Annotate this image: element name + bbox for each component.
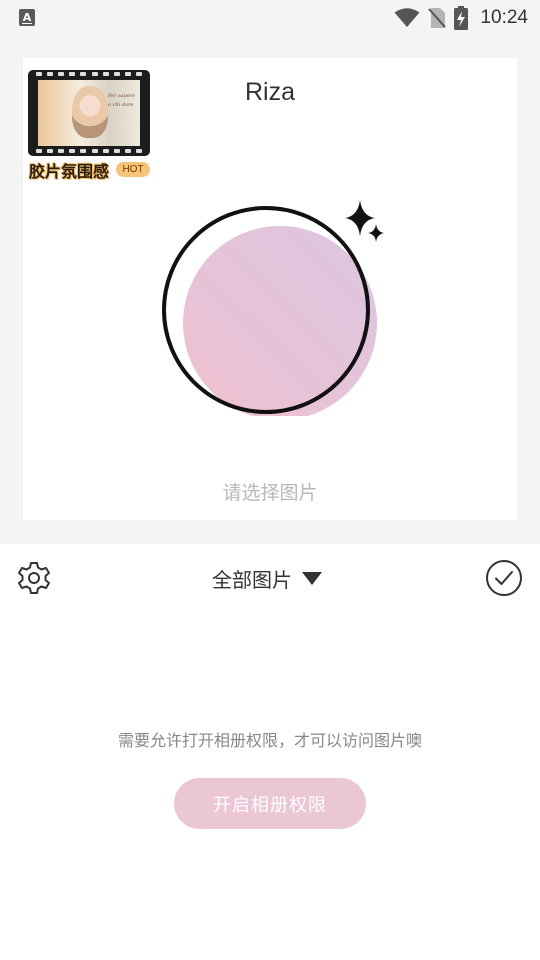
wifi-icon [394,8,420,27]
sticker-caption: 胶片氛围感 [29,162,110,181]
album-label: 全部图片 [212,568,292,592]
film-holes-bottom [36,149,142,154]
status-icons: 10:24 [394,0,528,36]
name-title: Riza [244,78,295,106]
battery-charging-icon [454,6,469,30]
triangle-down-icon [302,571,322,585]
status-bar: A 10:24 [0,0,540,36]
preview-area: Per sapere a chi dare 胶片氛围感 HOT Riza 请选择… [0,36,540,544]
sparkle-small-icon [368,224,384,242]
gear-icon[interactable] [16,560,52,596]
pink-circle [183,226,377,416]
circle-frame-graphic[interactable] [153,176,393,416]
film-holes-top [36,72,142,77]
album-selector[interactable]: 全部图片 [212,564,322,593]
status-time: 10:24 [480,7,528,28]
select-image-prompt: 请选择图片 [222,482,318,504]
no-sim-icon [428,8,447,28]
preview-card[interactable]: Per sapere a chi dare 胶片氛围感 HOT Riza 请选择… [23,58,517,520]
app-notification-icon: A [19,9,35,26]
hot-badge: HOT [116,162,150,177]
album-toolbar: 全部图片 [0,544,540,612]
permission-message: 需要允许打开相册权限，才可以访问图片噢 [117,731,422,750]
grant-album-permission-button[interactable]: 开启相册权限 [174,778,366,829]
sparkle-large-icon [345,200,375,236]
check-circle-icon[interactable] [485,559,523,597]
